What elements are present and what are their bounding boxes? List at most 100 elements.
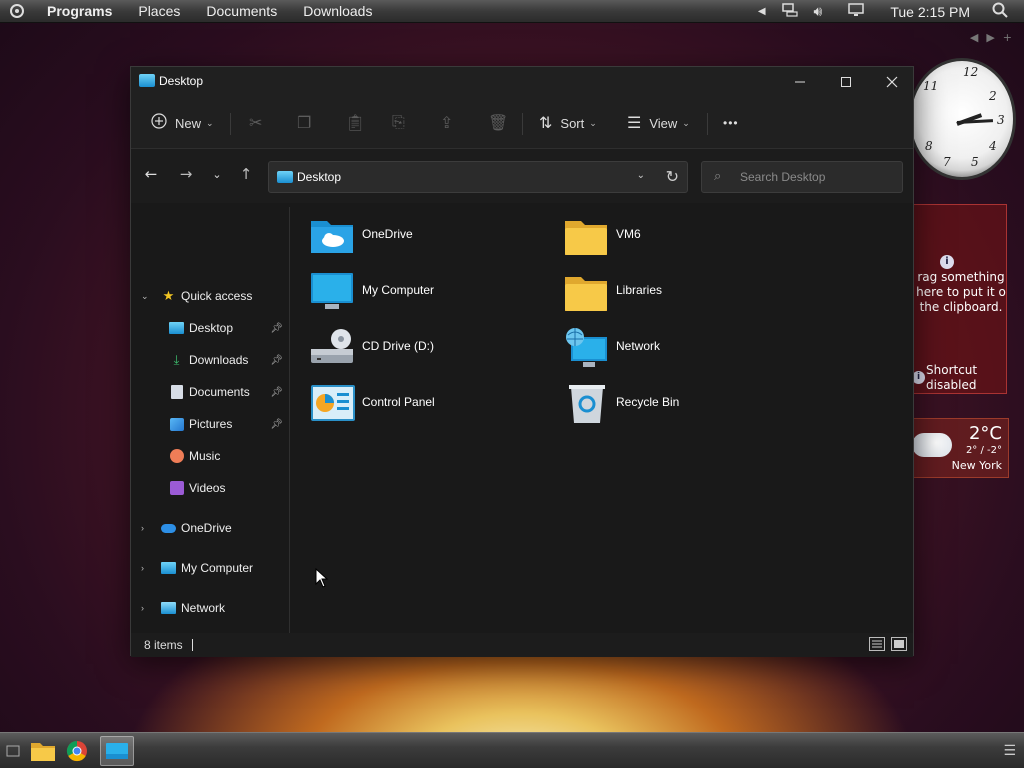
gadget-nav-arrows[interactable]: ◀▶+ — [970, 31, 1020, 44]
pane-divider[interactable] — [289, 207, 290, 633]
tray-collapse-icon[interactable]: ◀ — [758, 6, 766, 17]
top-panel: Programs Places Documents Downloads ◀ 🔊︎… — [0, 0, 1024, 23]
new-label: New — [175, 115, 202, 131]
maximize-button[interactable] — [823, 67, 869, 97]
pin-icon[interactable]: 📌︎ — [270, 355, 283, 366]
more-options-button[interactable]: ••• — [723, 111, 739, 135]
weather-city: New York — [951, 459, 1002, 472]
sidebar-item-quick-access[interactable]: ⌄ ★ Quick access — [131, 283, 287, 309]
view-button[interactable]: ☰ View ⌄ — [627, 111, 690, 135]
menu-downloads[interactable]: Downloads — [290, 3, 385, 19]
list-item[interactable]: Recycle Bin — [563, 383, 817, 435]
taskbar-file-manager[interactable] — [26, 736, 60, 766]
sidebar-item-videos[interactable]: Videos — [131, 475, 287, 501]
control-panel-icon — [311, 385, 355, 421]
sidebar-item-label: Desktop — [189, 321, 234, 335]
menu-places[interactable]: Places — [125, 3, 193, 19]
paste-button[interactable]: 📋︎ — [345, 111, 373, 135]
sidebar-item-network[interactable]: › Network — [131, 595, 287, 621]
navigation-bar: ← → ⌄ ↑ Desktop ⌄ ↻ ⌕ — [131, 149, 913, 203]
divider — [522, 113, 523, 135]
star-icon: ★ — [162, 288, 175, 303]
search-box[interactable]: ⌕ — [701, 161, 903, 193]
rename-button[interactable]: ⎘ — [392, 111, 413, 135]
desktop-folder-icon — [277, 171, 293, 183]
taskbar-explorer-window[interactable] — [100, 736, 134, 766]
folder-icon — [565, 277, 607, 311]
sidebar-item-pictures[interactable]: Pictures 📌︎ — [131, 411, 287, 437]
window-title: Desktop — [159, 74, 204, 88]
menu-documents[interactable]: Documents — [193, 3, 290, 19]
close-button[interactable] — [869, 67, 915, 97]
chevron-right-icon[interactable]: › — [141, 523, 144, 533]
item-label: CD Drive (D:) — [362, 339, 434, 353]
sidebar-item-label: Music — [189, 449, 221, 463]
start-menu-button[interactable] — [0, 0, 34, 23]
chevron-down-icon[interactable]: ⌄ — [141, 291, 149, 302]
item-label: My Computer — [362, 283, 435, 297]
pin-icon[interactable]: 📌︎ — [270, 419, 283, 430]
recycle-bin-icon — [569, 385, 605, 423]
menu-programs[interactable]: Programs — [34, 3, 125, 19]
list-item[interactable]: Control Panel — [309, 383, 563, 435]
recent-locations-icon[interactable]: ⌄ — [207, 168, 227, 181]
folder-icon — [565, 221, 607, 255]
address-bar[interactable]: Desktop ⌄ ↻ — [268, 161, 688, 193]
trash-icon: 🗑︎ — [488, 115, 509, 132]
list-item[interactable]: OneDrive — [309, 215, 563, 267]
item-count: 8 items — [144, 638, 183, 652]
taskbar-chrome[interactable] — [60, 736, 94, 766]
share-button[interactable]: ⇪ — [440, 111, 461, 135]
search-input[interactable] — [740, 168, 895, 186]
pin-icon[interactable]: 📌︎ — [270, 387, 283, 398]
scissors-icon: ✂ — [249, 115, 263, 132]
sort-button[interactable]: ⇅ Sort ⌄ — [539, 111, 597, 135]
sidebar-item-documents[interactable]: Documents 📌︎ — [131, 379, 287, 405]
sidebar-item-downloads[interactable]: ⤓ Downloads 📌︎ — [131, 347, 287, 373]
forward-arrow-icon[interactable]: → — [176, 165, 196, 183]
chevron-right-icon[interactable]: › — [141, 603, 144, 613]
list-item[interactable]: My Computer — [309, 271, 563, 323]
sidebar-item-desktop[interactable]: Desktop 📌︎ — [131, 315, 287, 341]
back-arrow-icon[interactable]: ← — [141, 165, 161, 183]
tray-clock[interactable]: Tue 2:15 PM — [890, 4, 970, 20]
list-item[interactable]: VM6 — [563, 215, 817, 267]
details-view-button[interactable] — [869, 637, 885, 651]
network-globe-icon — [566, 328, 607, 367]
info-icon: i — [940, 255, 954, 269]
navigation-pane: ⌄ ★ Quick access Desktop 📌︎ ⤓ Downloads … — [131, 203, 289, 633]
cut-button[interactable]: ✂ — [249, 111, 270, 135]
action-center-icon[interactable] — [848, 3, 865, 20]
minimize-button[interactable] — [777, 67, 823, 97]
sidebar-item-onedrive[interactable]: › OneDrive — [131, 515, 287, 541]
folder-icon — [31, 743, 55, 761]
shortcut-status: Shortcut disabled — [926, 363, 978, 392]
search-icon[interactable] — [992, 2, 1008, 21]
new-button[interactable]: New ⌄ — [151, 111, 214, 135]
divider — [230, 113, 231, 135]
up-arrow-icon[interactable]: ↑ — [236, 165, 256, 183]
copy-button[interactable]: ❐ — [297, 111, 319, 135]
weather-gadget[interactable]: 2°C 2° / -2° New York — [905, 418, 1009, 478]
clock-face: 12 2 3 4 5 7 8 11 — [908, 58, 1016, 180]
clock-gadget[interactable]: 12 2 3 4 5 7 8 11 ◀▶+ — [904, 31, 1016, 184]
network-tray-icon[interactable] — [781, 3, 798, 20]
delete-button[interactable]: 🗑︎ — [488, 111, 516, 135]
list-item[interactable]: CD Drive (D:) — [309, 327, 563, 379]
title-bar[interactable]: Desktop — [131, 67, 913, 97]
list-item[interactable]: Libraries — [563, 271, 817, 323]
chevron-right-icon[interactable]: › — [141, 563, 144, 573]
refresh-icon[interactable]: ↻ — [666, 167, 679, 186]
more-icon: ••• — [723, 116, 739, 130]
sidebar-item-my-computer[interactable]: › My Computer — [131, 555, 287, 581]
show-desktop-button[interactable] — [0, 736, 26, 766]
volume-icon[interactable]: 🔊︎ — [814, 3, 823, 20]
pin-icon[interactable]: 📌︎ — [270, 323, 283, 334]
list-item[interactable]: Network — [563, 327, 817, 379]
clipboard-gadget[interactable]: i rag something here to put it o the cli… — [905, 204, 1007, 394]
chevron-down-icon[interactable]: ⌄ — [637, 170, 645, 181]
sidebar-item-music[interactable]: Music — [131, 443, 287, 469]
large-icons-view-button[interactable] — [891, 637, 907, 651]
taskbar-menu-icon[interactable]: ☰ — [1003, 743, 1016, 759]
item-label: OneDrive — [362, 227, 413, 241]
